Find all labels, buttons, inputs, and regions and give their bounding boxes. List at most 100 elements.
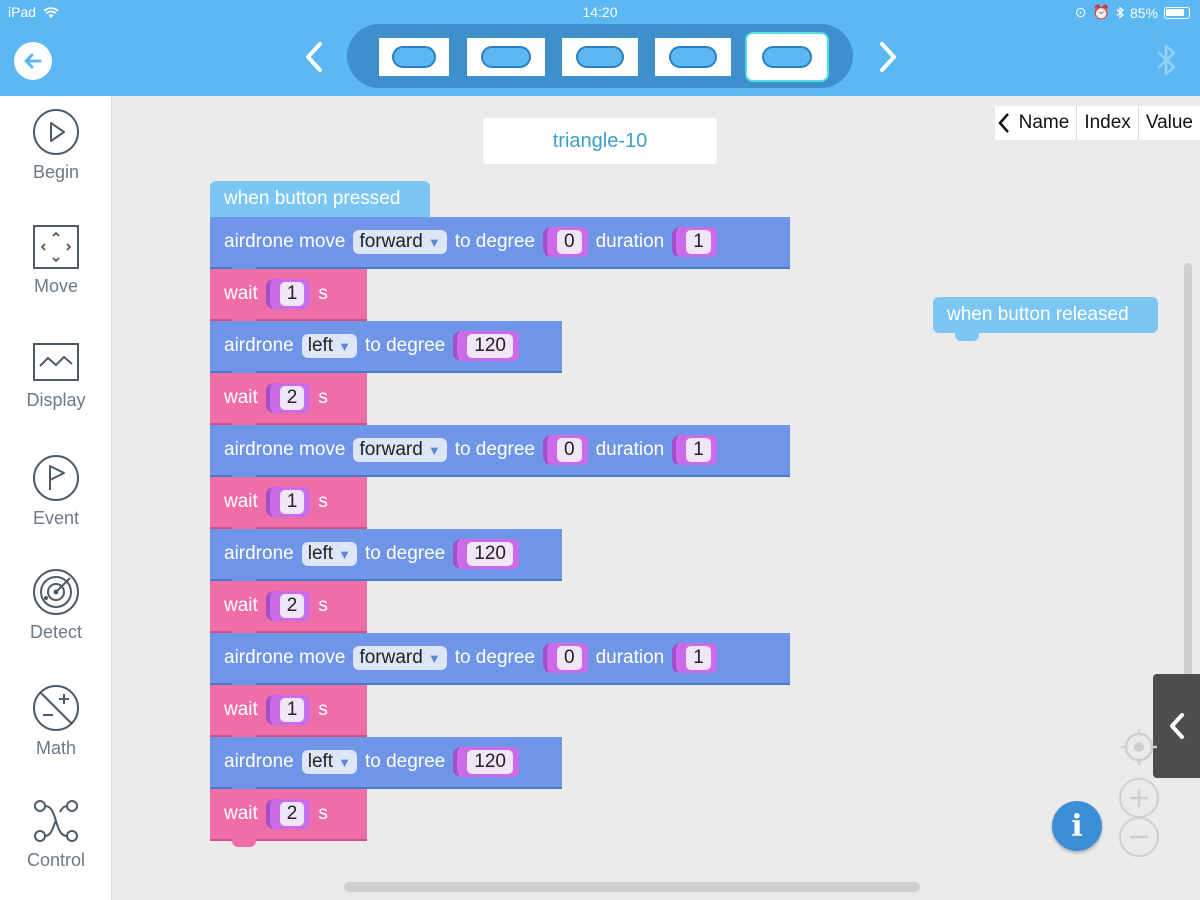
block-workspace[interactable]: triangle-10 Name Index Value when button… <box>113 96 1200 900</box>
slot-value[interactable]: 120 <box>467 542 513 566</box>
degree-slot[interactable]: 120 <box>453 331 519 361</box>
block-label: to degree <box>454 231 535 252</box>
degree-slot[interactable]: 0 <box>542 227 588 257</box>
next-tab-button[interactable] <box>872 38 902 76</box>
program-name[interactable]: triangle-10 <box>483 118 717 164</box>
wait-slot[interactable]: 2 <box>265 383 311 413</box>
airdrone-move-block[interactable]: airdrone move forward ▼ to degree 0 durat… <box>210 217 790 275</box>
slot-value[interactable]: 0 <box>556 438 582 462</box>
category-begin[interactable]: Begin <box>0 108 112 208</box>
category-label: Math <box>35 738 77 758</box>
tab-4[interactable] <box>655 38 731 76</box>
duration-slot[interactable]: 1 <box>672 435 717 465</box>
degree-slot[interactable]: 120 <box>453 539 519 569</box>
tab-1[interactable] <box>379 38 449 76</box>
block-label: airdrone move <box>224 439 346 460</box>
recenter-button[interactable] <box>1119 727 1159 767</box>
wait-block[interactable]: wait 2 s <box>210 373 367 431</box>
category-move[interactable]: Move <box>0 224 112 324</box>
direction-dropdown[interactable]: left ▼ <box>301 542 357 566</box>
prev-tab-button[interactable] <box>300 38 330 76</box>
collapse-variables-button[interactable]: Name <box>995 106 1077 140</box>
play-icon <box>33 109 79 155</box>
wait-slot[interactable]: 1 <box>265 487 311 517</box>
wait-slot[interactable]: 1 <box>265 279 311 309</box>
block-label: airdrone <box>224 751 294 772</box>
wait-block[interactable]: wait 1 s <box>210 477 367 535</box>
airdrone-move-block[interactable]: airdrone move forward ▼ to degree 0 durat… <box>210 633 790 691</box>
airdrone-turn-block[interactable]: airdrone left ▼ to degree 120 <box>210 529 562 587</box>
chevron-left-icon <box>306 42 322 72</box>
tab-5[interactable] <box>745 32 829 82</box>
arrow-left-icon <box>24 53 42 69</box>
block-tab-icon <box>668 46 718 68</box>
category-event[interactable]: Event <box>0 454 112 554</box>
slot-value[interactable]: 1 <box>279 282 305 306</box>
slot-value[interactable]: 1 <box>279 490 305 514</box>
wait-slot[interactable]: 2 <box>265 799 311 829</box>
open-drawer-button[interactable] <box>1153 674 1200 778</box>
slot-value[interactable]: 2 <box>279 802 305 826</box>
direction-dropdown[interactable]: forward ▼ <box>353 438 447 462</box>
slot-value[interactable]: 120 <box>467 334 513 358</box>
slot-value[interactable]: 1 <box>686 230 711 254</box>
direction-dropdown[interactable]: forward ▼ <box>353 230 447 254</box>
zoom-in-button[interactable] <box>1119 778 1159 818</box>
zoom-out-button[interactable] <box>1119 817 1159 857</box>
wait-block[interactable]: wait 2 s <box>210 789 367 847</box>
back-button[interactable] <box>14 42 52 80</box>
slot-value[interactable]: 0 <box>556 230 582 254</box>
wait-slot[interactable]: 1 <box>265 695 311 725</box>
when-button-pressed-block[interactable]: when button pressed <box>210 181 430 217</box>
dropdown-value: forward <box>359 647 423 668</box>
airdrone-turn-block[interactable]: airdrone left ▼ to degree 120 <box>210 321 562 379</box>
direction-dropdown[interactable]: left ▼ <box>301 750 357 774</box>
vertical-scrollbar[interactable] <box>1184 263 1192 693</box>
slot-value[interactable]: 1 <box>686 438 711 462</box>
status-time: 14:20 <box>582 4 618 20</box>
category-display[interactable]: Display <box>0 340 112 440</box>
when-button-released-block[interactable]: when button released <box>933 297 1158 341</box>
info-button[interactable]: i <box>1052 801 1102 851</box>
degree-slot[interactable]: 0 <box>542 643 588 673</box>
bluetooth-button[interactable] <box>1152 42 1180 78</box>
control-icon <box>34 800 78 842</box>
wait-block[interactable]: wait 1 s <box>210 269 367 327</box>
wait-block[interactable]: wait 2 s <box>210 581 367 639</box>
tab-2[interactable] <box>467 38 545 76</box>
category-detect[interactable]: Detect <box>0 568 112 668</box>
battery-icon <box>1164 6 1190 19</box>
dropdown-value: left <box>307 751 334 772</box>
category-control[interactable]: Control <box>0 798 112 898</box>
block-label: s <box>318 803 328 824</box>
slot-value[interactable]: 120 <box>467 750 513 774</box>
dropdown-arrow-icon: ▼ <box>338 546 351 562</box>
horizontal-scrollbar[interactable] <box>344 882 920 892</box>
direction-dropdown[interactable]: left ▼ <box>301 334 357 358</box>
airdrone-move-block[interactable]: airdrone move forward ▼ to degree 0 durat… <box>210 425 790 483</box>
wait-block[interactable]: wait 1 s <box>210 685 367 743</box>
block-label: duration <box>595 647 665 668</box>
duration-slot[interactable]: 1 <box>672 643 717 673</box>
slot-value[interactable]: 1 <box>686 646 711 670</box>
duration-slot[interactable]: 1 <box>672 227 717 257</box>
category-label: Control <box>26 850 86 870</box>
tab-strip <box>347 24 853 88</box>
slot-value[interactable]: 2 <box>279 594 305 618</box>
degree-slot[interactable]: 120 <box>453 747 519 777</box>
slot-value[interactable]: 0 <box>556 646 582 670</box>
slot-value[interactable]: 2 <box>279 386 305 410</box>
move-icon <box>33 225 79 269</box>
block-notch <box>232 838 256 847</box>
category-math[interactable]: Math <box>0 684 112 784</box>
slot-value[interactable]: 1 <box>279 698 305 722</box>
direction-dropdown[interactable]: forward ▼ <box>353 646 447 670</box>
degree-slot[interactable]: 0 <box>542 435 588 465</box>
hat-label: when button released <box>947 304 1129 325</box>
airdrone-turn-block[interactable]: airdrone left ▼ to degree 120 <box>210 737 562 795</box>
wait-slot[interactable]: 2 <box>265 591 311 621</box>
info-icon: i <box>1071 808 1083 844</box>
tab-3[interactable] <box>562 38 638 76</box>
display-icon <box>33 343 79 381</box>
dropdown-arrow-icon: ▼ <box>427 650 441 666</box>
